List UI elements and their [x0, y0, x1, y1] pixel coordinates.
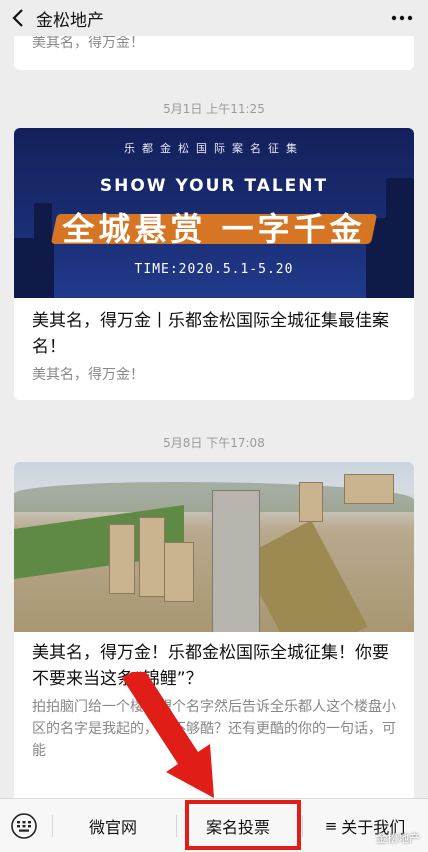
submenu-list-icon: ≡	[324, 817, 338, 835]
top-nav-bar: 金松地产	[0, 0, 428, 36]
article-cover-photo	[14, 462, 414, 632]
more-dots-icon[interactable]	[390, 8, 414, 28]
menu-item-micro-site[interactable]: 微官网	[52, 799, 174, 852]
photo-building	[164, 542, 194, 602]
banner-tagline: 乐都金松国际案名征集	[124, 142, 304, 155]
article-digest: 美其名，得万金！	[32, 367, 144, 383]
article-title: 美其名，得万金丨乐都金松国际全城征集最佳案名！	[32, 311, 389, 357]
back-chevron-icon[interactable]	[0, 0, 36, 36]
photo-building	[344, 474, 394, 504]
article-card[interactable]: 乐都金松国际案名征集 SHOW YOUR TALENT 全城悬赏 一字千金 TI…	[14, 128, 414, 400]
article-digest: 拍拍脑门给一个楼盘想个名字然后告诉全乐都人这个楼盘小区的名字是我起的，够不够酷？…	[32, 699, 396, 759]
article-card-previous[interactable]: 美其名，得万金！	[14, 36, 414, 70]
watermark: 金松地产	[376, 832, 420, 845]
message-timestamp: 5月1日 上午11:25	[163, 102, 265, 116]
article-title: 美其名，得万金！乐都金松国际全城征集！你要不要来当这条“锦鲤”？	[32, 643, 389, 689]
message-timestamp: 5月8日 下午17:08	[163, 436, 265, 450]
photo-building	[299, 482, 323, 522]
banner-show-text: SHOW YOUR TALENT	[99, 176, 329, 196]
article-digest: 美其名，得万金！	[32, 36, 144, 51]
photo-building	[109, 524, 135, 594]
keyboard-icon[interactable]	[10, 813, 38, 839]
account-title: 金松地产	[36, 10, 104, 31]
banner-time: TIME:2020.5.1-5.20	[134, 262, 294, 277]
banner-headline: 全城悬赏 一字千金	[62, 210, 366, 248]
article-cover-banner: 乐都金松国际案名征集 SHOW YOUR TALENT 全城悬赏 一字千金 TI…	[14, 128, 414, 298]
photo-tower	[212, 490, 260, 632]
photo-building	[139, 517, 165, 597]
menu-item-label: 微官网	[88, 818, 137, 837]
article-card[interactable]: 美其名，得万金！乐都金松国际全城征集！你要不要来当这条“锦鲤”？ 拍拍脑门给一个…	[14, 462, 414, 798]
annotation-highlight-box	[185, 800, 301, 850]
message-feed[interactable]: 美其名，得万金！ 5月1日 上午11:25 乐都金松国际案名征集 SHOW YO…	[0, 36, 428, 798]
